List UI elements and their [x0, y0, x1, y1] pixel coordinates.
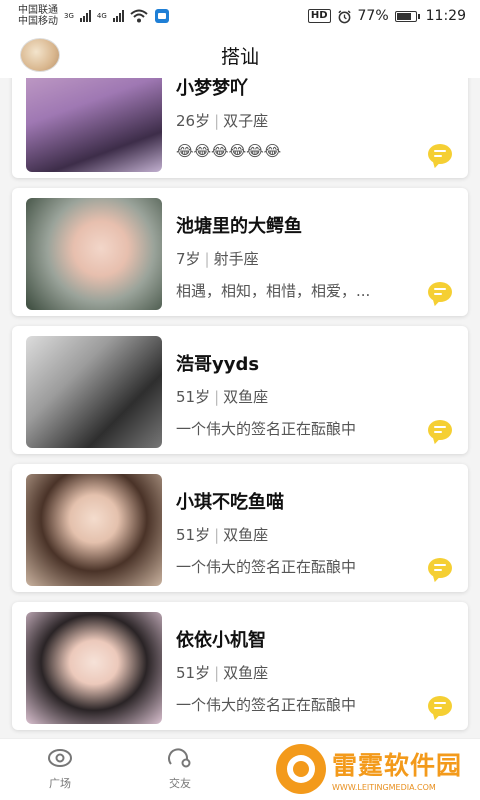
watermark-url: WWW.LEITINGMEDIA.COM [332, 783, 436, 792]
user-signature: 😂😂😂😂😂😂 [176, 142, 282, 160]
user-photo[interactable] [26, 612, 162, 724]
alarm-icon [337, 9, 351, 23]
watermark-logo [276, 744, 326, 794]
chat-icon[interactable] [428, 282, 452, 302]
hd-badge: HD [307, 9, 331, 23]
user-photo[interactable] [26, 474, 162, 586]
user-zodiac: 射手座 [213, 250, 259, 268]
user-meta: 7岁 | 射手座 [176, 250, 259, 268]
user-name: 小梦梦吖 [176, 78, 248, 99]
user-photo[interactable] [26, 198, 162, 310]
user-name: 浩哥yyds [176, 354, 260, 375]
user-meta: 51岁 | 双鱼座 [176, 664, 269, 682]
bottom-tab-bar: 广场 交友 雷霆软件园 WWW.LEITINGMEDIA.COM [0, 738, 480, 800]
user-age: 51岁 [176, 526, 211, 544]
user-age: 26岁 [176, 112, 211, 130]
clock: 11:29 [425, 8, 466, 24]
status-bar: 中国联通 中国移动 3G 4G HD 77% 11:29 [0, 0, 480, 32]
user-signature: 相遇，相知，相惜，相爱，... [176, 282, 371, 300]
user-name: 池塘里的大鳄鱼 [176, 216, 302, 237]
user-name: 依依小机智 [176, 630, 266, 651]
network-type-2: 4G [96, 12, 107, 20]
tab-label-friends: 交友 [169, 777, 191, 790]
user-avatar[interactable] [20, 38, 60, 72]
user-card[interactable]: 池塘里的大鳄鱼 7岁 | 射手座 相遇，相知，相惜，相爱，... [12, 188, 468, 316]
carrier-1: 中国联通 [18, 5, 58, 16]
user-card[interactable]: 依依小机智 51岁 | 双鱼座 一个伟大的签名正在酝酿中 [12, 602, 468, 730]
user-list[interactable]: 小梦梦吖 26岁 | 双子座 😂😂😂😂😂😂 池塘里的大鳄鱼 7岁 | 射手座 相遇，相知… [0, 78, 480, 738]
user-age: 7岁 [176, 250, 201, 268]
user-zodiac: 双鱼座 [223, 388, 269, 406]
tab-square[interactable]: 广场 [30, 747, 90, 791]
chat-icon[interactable] [428, 144, 452, 164]
watermark: 雷霆软件园 WWW.LEITINGMEDIA.COM [276, 740, 474, 798]
user-card[interactable]: 小梦梦吖 26岁 | 双子座 😂😂😂😂😂😂 [12, 78, 468, 178]
title-bar: 搭讪 [0, 32, 480, 78]
app-notification-icon [154, 9, 169, 23]
signal-icon-1 [79, 10, 91, 22]
user-zodiac: 双鱼座 [223, 526, 269, 544]
battery-icon [394, 10, 420, 22]
chat-icon[interactable] [428, 696, 452, 716]
chat-icon[interactable] [428, 420, 452, 440]
user-meta: 26岁 | 双子座 [176, 112, 269, 130]
user-photo[interactable] [26, 78, 162, 172]
tab-label-square: 广场 [49, 777, 71, 790]
user-zodiac: 双鱼座 [223, 664, 269, 682]
eye-icon [48, 749, 72, 767]
carrier-2: 中国移动 [18, 16, 58, 27]
user-zodiac: 双子座 [223, 112, 269, 130]
user-meta: 51岁 | 双鱼座 [176, 388, 269, 406]
user-age: 51岁 [176, 664, 211, 682]
user-meta: 51岁 | 双鱼座 [176, 526, 269, 544]
network-type-1: 3G [64, 12, 74, 20]
user-photo[interactable] [26, 336, 162, 448]
tab-friends[interactable]: 交友 [150, 747, 210, 791]
signal-icon-2 [112, 10, 124, 22]
user-signature: 一个伟大的签名正在酝酿中 [176, 420, 357, 438]
chat-icon[interactable] [428, 558, 452, 578]
page-title: 搭讪 [220, 45, 259, 68]
carrier-names: 中国联通 中国移动 [18, 5, 58, 27]
user-signature: 一个伟大的签名正在酝酿中 [176, 696, 357, 714]
battery-percent: 77% [357, 8, 389, 24]
user-card[interactable]: 浩哥yyds 51岁 | 双鱼座 一个伟大的签名正在酝酿中 [12, 326, 468, 454]
user-signature: 一个伟大的签名正在酝酿中 [176, 558, 357, 576]
user-name: 小琪不吃鱼喵 [176, 492, 284, 513]
user-card[interactable]: 小琪不吃鱼喵 51岁 | 双鱼座 一个伟大的签名正在酝酿中 [12, 464, 468, 592]
friends-icon [168, 748, 191, 768]
watermark-text: 雷霆软件园 [332, 751, 463, 780]
user-age: 51岁 [176, 388, 211, 406]
wifi-icon [130, 9, 148, 23]
